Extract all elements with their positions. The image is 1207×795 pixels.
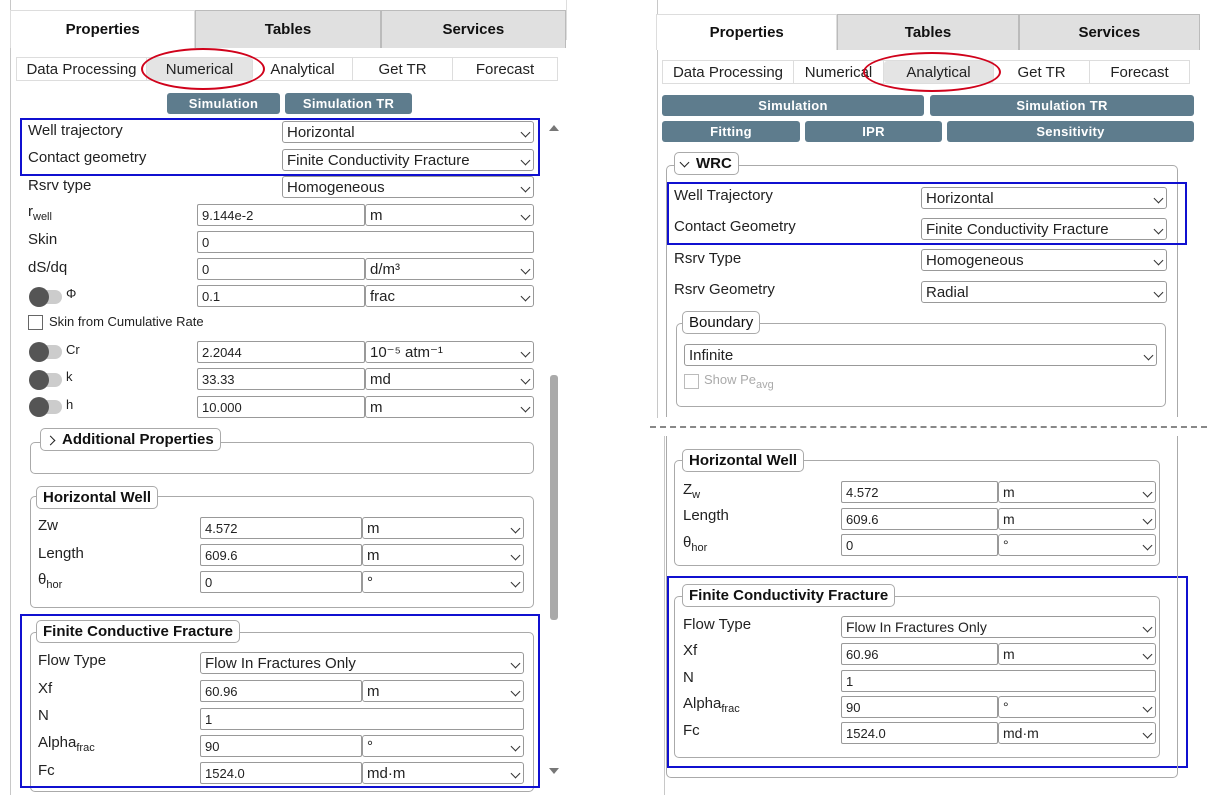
rwell-label: rwell [28,203,52,223]
phi-label: Φ [66,286,77,301]
section-divider [650,426,1207,428]
cr-toggle[interactable] [29,342,62,362]
rsrv-type-select[interactable]: Homogeneous [921,249,1167,271]
wrc-group-continued [666,436,1178,778]
zw-label: Zw [38,517,58,534]
boundary-title: Boundary [682,311,761,334]
skin-label: Skin [28,231,58,248]
scroll-down-icon[interactable] [549,768,559,774]
rsrv-geometry-select[interactable]: Radial [921,281,1167,303]
main-tabs: Properties Tables Services [10,10,566,48]
rsrv-type-label: Rsrv type [28,177,92,194]
h-label: h [66,397,74,412]
tab-services[interactable]: Services [1018,14,1200,50]
subtab-get-tr[interactable]: Get TR [994,61,1090,83]
horizontal-well-title: Horizontal Well [36,486,159,509]
k-label: k [66,369,73,384]
rwell-unit-select[interactable]: m [365,204,534,226]
cr-unit-select[interactable]: 10⁻⁵ atm⁻¹ [365,341,534,363]
zw-unit-select[interactable]: m [362,517,524,539]
subtab-data-processing[interactable]: Data Processing [663,61,794,83]
subtab-data-processing[interactable]: Data Processing [17,58,147,80]
boundary-select[interactable]: Infinite [684,344,1157,366]
chevron-down-icon [520,347,531,358]
tab-properties[interactable]: Properties [10,10,196,48]
dsdq-input[interactable]: 0 [197,258,365,280]
rwell-input[interactable]: 9.144e-2 [197,204,365,226]
right-panel: Properties Tables Services Data Processi… [656,0,1200,795]
theta-input[interactable]: 0 [200,571,362,593]
wrc-toggle[interactable]: WRC [674,152,739,175]
phi-toggle[interactable] [29,287,62,307]
highlight-box [667,182,1187,245]
scrollbar-thumb[interactable] [550,375,558,620]
ipr-button[interactable]: IPR [805,121,942,142]
chevron-down-icon [520,264,531,275]
chevron-down-icon [1153,287,1164,298]
simulation-tr-button[interactable]: Simulation TR [285,93,412,114]
skin-cumulative-checkbox[interactable] [28,315,43,330]
cr-label: Cr [66,342,80,357]
chevron-down-icon [520,291,531,302]
dsdq-unit-select[interactable]: d/m³ [365,258,534,280]
k-toggle[interactable] [29,370,62,390]
h-toggle[interactable] [29,397,62,417]
zw-input[interactable]: 4.572 [200,517,362,539]
subtab-forecast[interactable]: Forecast [453,58,557,80]
phi-input[interactable]: 0.1 [197,285,365,307]
phi-unit-select[interactable]: frac [365,285,534,307]
length-label: Length [38,545,84,562]
highlight-ring [141,48,265,90]
theta-unit-select[interactable]: ° [362,571,524,593]
subtab-forecast[interactable]: Forecast [1090,61,1189,83]
highlight-ring [863,52,1001,92]
highlight-box [20,614,540,788]
tab-tables[interactable]: Tables [837,14,1019,50]
tab-tables[interactable]: Tables [195,10,381,48]
chevron-down-icon [1153,255,1164,266]
theta-label: θhor [38,571,63,591]
chevron-right-icon [45,435,56,445]
show-pe-checkbox[interactable] [684,374,699,389]
additional-properties-toggle[interactable]: Additional Properties [40,428,221,451]
length-input[interactable]: 609.6 [200,544,362,566]
sensitivity-button[interactable]: Sensitivity [947,121,1194,142]
rsrv-type-select[interactable]: Homogeneous [282,176,534,198]
k-unit-select[interactable]: md [365,368,534,390]
chevron-down-icon [510,577,521,588]
subtab-get-tr[interactable]: Get TR [353,58,453,80]
chevron-down-icon [520,182,531,193]
chevron-down-icon [1143,350,1154,361]
skin-input[interactable]: 0 [197,231,534,253]
main-tabs: Properties Tables Services [656,14,1200,50]
rsrv-type-label: Rsrv Type [674,250,742,267]
h-unit-select[interactable]: m [365,396,534,418]
chevron-down-icon [510,550,521,561]
fitting-button[interactable]: Fitting [662,121,800,142]
k-input[interactable]: 33.33 [197,368,365,390]
tab-services[interactable]: Services [380,10,566,48]
sub-tabs: Data Processing Numerical Analytical Get… [16,57,558,81]
simulation-button[interactable]: Simulation [167,93,280,114]
length-unit-select[interactable]: m [362,544,524,566]
simulation-button[interactable]: Simulation [662,95,924,116]
highlight-box [20,118,540,176]
chevron-down-icon [510,523,521,534]
scroll-up-icon[interactable] [549,125,559,131]
show-pe-label: Show Peavg [704,372,774,391]
tab-properties[interactable]: Properties [656,14,838,50]
simulation-tr-button[interactable]: Simulation TR [930,95,1194,116]
h-input[interactable]: 10.000 [197,396,365,418]
rsrv-geometry-label: Rsrv Geometry [674,281,775,298]
left-panel: Properties Tables Services Data Processi… [10,0,566,795]
dsdq-label: dS/dq [28,259,68,276]
cr-input[interactable]: 2.2044 [197,341,365,363]
chevron-down-icon [679,157,690,167]
chevron-down-icon [520,402,531,413]
chevron-down-icon [520,374,531,385]
skin-cumulative-label: Skin from Cumulative Rate [49,314,204,329]
chevron-down-icon [520,210,531,221]
subtab-analytical[interactable]: Analytical [253,58,353,80]
